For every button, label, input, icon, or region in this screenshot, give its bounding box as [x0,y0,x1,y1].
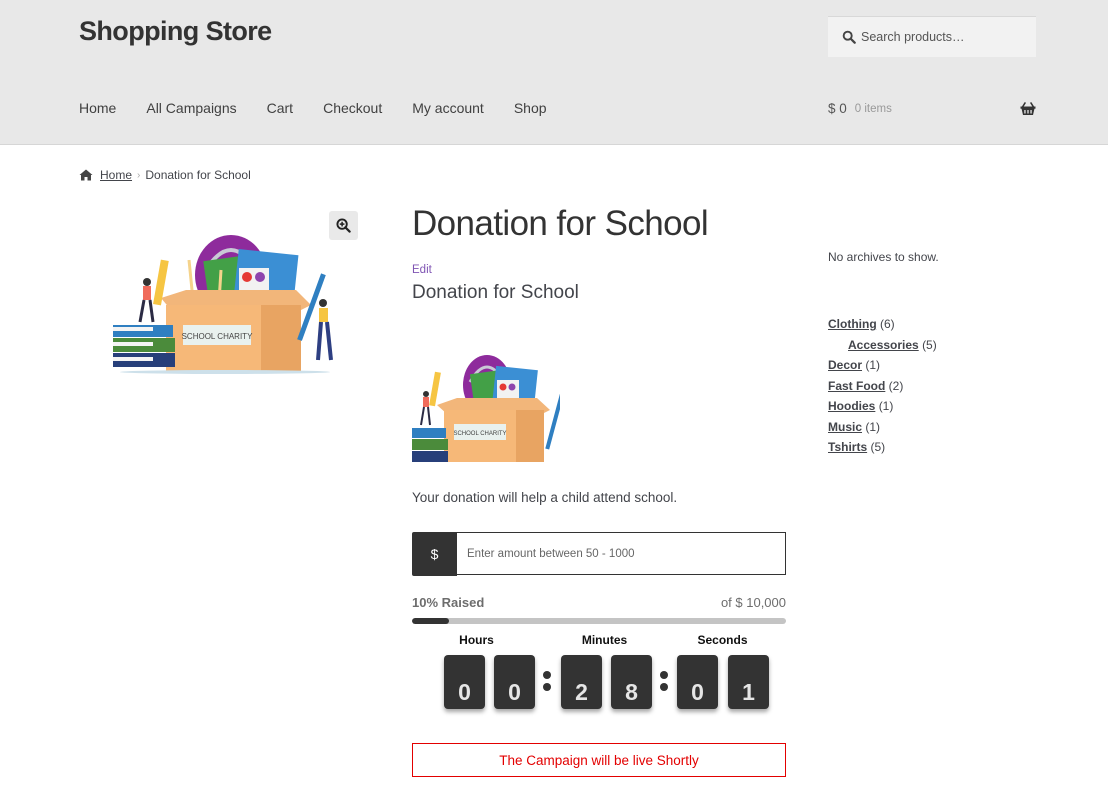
category-item: Decor (1) [828,358,1038,373]
magnify-plus-icon [336,218,351,233]
header-cart[interactable]: $ 0 0 items [828,101,1036,116]
nav-all-campaigns[interactable]: All Campaigns [146,100,236,116]
countdown-digit: 0 [444,655,485,709]
raised-progress-fill [412,618,450,624]
category-link[interactable]: Clothing [828,317,877,331]
edit-link[interactable]: Edit [412,264,786,276]
raised-label: 10% Raised [412,595,485,610]
small-box-label: SCHOOL CHARITY [453,431,506,437]
breadcrumb: Home › Donation for School [79,168,251,182]
goal-label: of $ 10,000 [720,595,786,610]
sidebar: No archives to show. Clothing (6) Accesso… [828,250,1038,461]
description-image: SCHOOL CHARITY [412,355,560,462]
cart-amount: $ 0 [828,101,847,116]
category-count: (1) [865,358,881,372]
category-item: Music (1) [828,420,1038,435]
category-count: (2) [888,378,904,393]
primary-navigation: Home All Campaigns Cart Checkout My acco… [79,100,577,116]
countdown-minutes-label: Minutes [581,633,628,647]
nav-my-account[interactable]: My account [412,100,484,116]
product-title: Donation for School [412,204,709,243]
countdown-digit: 2 [561,655,602,709]
category-item: Fast Food (2) [828,379,1038,394]
donation-amount-input[interactable] [457,532,786,575]
product-subtitle: Donation for School [412,282,579,303]
countdown-digit: 8 [611,655,652,709]
nav-home[interactable]: Home [79,100,116,116]
category-item: Accessories (5) [828,338,1038,353]
campaign-live-notice: The Campaign will be live Shortly [412,743,786,777]
category-count: (6) [880,317,895,331]
category-item: Tshirts (5) [828,440,1038,455]
box-label: SCHOOL CHARITY [182,332,253,341]
raised-progress-bar [412,618,786,624]
archives-empty-message: No archives to show. [828,250,939,264]
site-title[interactable]: Shopping Store [79,16,272,47]
category-link[interactable]: Tshirts [828,440,867,454]
countdown-digit: 0 [494,655,535,709]
cart-count: 0 items [854,102,892,115]
category-count: (5) [922,337,937,352]
zoom-button[interactable] [329,211,358,240]
site-header: Shopping Store Home All Campaigns Cart C… [0,0,1108,145]
category-link[interactable]: Music [828,420,862,434]
category-link[interactable]: Decor [828,358,862,372]
countdown-hours-label: Hours [459,633,494,647]
countdown-separator [543,671,551,695]
category-link[interactable]: Fast Food [828,379,885,393]
product-image[interactable]: SCHOOL CHARITY [111,230,339,375]
product-categories-list: Clothing (6) Accessories (5) Decor (1) Fast… [828,317,1038,455]
category-link[interactable]: Accessories [848,338,919,352]
donation-amount-field: $ [412,532,786,576]
product-summary: Donation for School Edit Donation for Sc… [412,200,786,777]
countdown-seconds-label: Seconds [697,633,748,647]
category-link[interactable]: Hoodies [828,399,875,413]
breadcrumb-separator: › [137,169,141,181]
product-gallery: SCHOOL CHARITY [79,208,359,388]
raised-summary: 10% Raised of $ 10,000 [412,595,786,610]
nav-cart[interactable]: Cart [267,100,293,116]
countdown-digit: 1 [728,655,769,709]
search-input[interactable] [861,30,1021,44]
countdown-separator [660,671,668,695]
breadcrumb-home[interactable]: Home [100,168,132,182]
countdown-digit: 0 [677,655,718,709]
home-icon [79,169,93,181]
category-item: Clothing (6) [828,317,1038,332]
basket-icon[interactable] [1020,102,1036,116]
nav-shop[interactable]: Shop [514,100,547,116]
category-item: Hoodies (1) [828,399,1038,414]
category-count: (1) [865,419,881,434]
breadcrumb-current: Donation for School [145,168,251,182]
product-description: Your donation will help a child attend s… [412,490,678,505]
search-icon [842,30,856,44]
currency-symbol: $ [412,532,457,576]
search-box[interactable] [828,16,1036,57]
category-count: (1) [878,399,894,413]
nav-checkout[interactable]: Checkout [323,100,382,116]
category-count: (5) [870,440,886,454]
